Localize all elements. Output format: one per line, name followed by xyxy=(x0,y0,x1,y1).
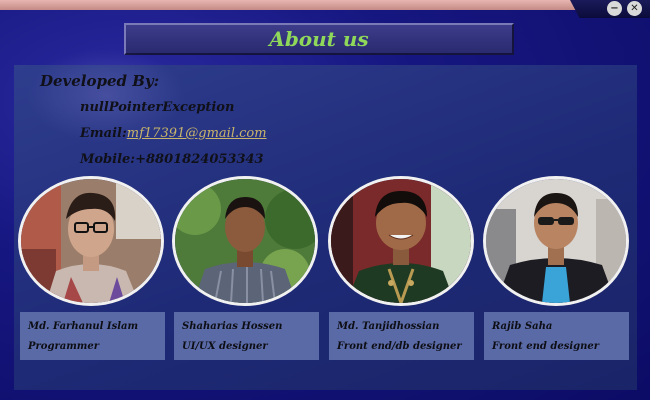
title-banner: About us xyxy=(124,23,514,55)
team-member-name: Md. Farhanul Islam xyxy=(28,321,139,332)
team-member-role: Front end designer xyxy=(492,341,600,352)
team-card-4: Rajib Saha Front end designer xyxy=(484,312,629,360)
team-member-role: UI/UX designer xyxy=(182,341,268,352)
page-title: About us xyxy=(269,27,369,51)
team-member-name: Shaharias Hossen xyxy=(182,321,283,332)
team-avatar-1 xyxy=(18,176,164,306)
email-link[interactable]: mf17391@gmail.com xyxy=(127,126,267,141)
team-avatar-4 xyxy=(483,176,629,306)
team-member-name: Md. Tanjidhossian xyxy=(337,321,440,332)
team-avatar-3 xyxy=(328,176,474,306)
mobile-value: +8801824053343 xyxy=(135,152,264,167)
close-icon[interactable]: ✕ xyxy=(627,1,642,16)
team-member-role: Programmer xyxy=(28,341,99,352)
developed-by-heading: Developed By: xyxy=(40,72,160,90)
email-row: Email:mf17391@gmail.com xyxy=(80,126,267,141)
team-card-3: Md. Tanjidhossian Front end/db designer xyxy=(329,312,474,360)
team-member-name: Rajib Saha xyxy=(492,321,553,332)
team-member-role: Front end/db designer xyxy=(337,341,462,352)
team-avatar-2 xyxy=(172,176,318,306)
team-card-2: Shaharias Hossen UI/UX designer xyxy=(174,312,319,360)
window-top-bar xyxy=(0,0,650,10)
minimize-icon[interactable]: − xyxy=(607,1,622,16)
email-label: Email: xyxy=(80,126,127,141)
mobile-row: Mobile:+8801824053343 xyxy=(80,152,264,167)
developer-name: nullPointerException xyxy=(80,100,235,115)
team-card-1: Md. Farhanul Islam Programmer xyxy=(20,312,165,360)
mobile-label: Mobile: xyxy=(80,152,136,167)
